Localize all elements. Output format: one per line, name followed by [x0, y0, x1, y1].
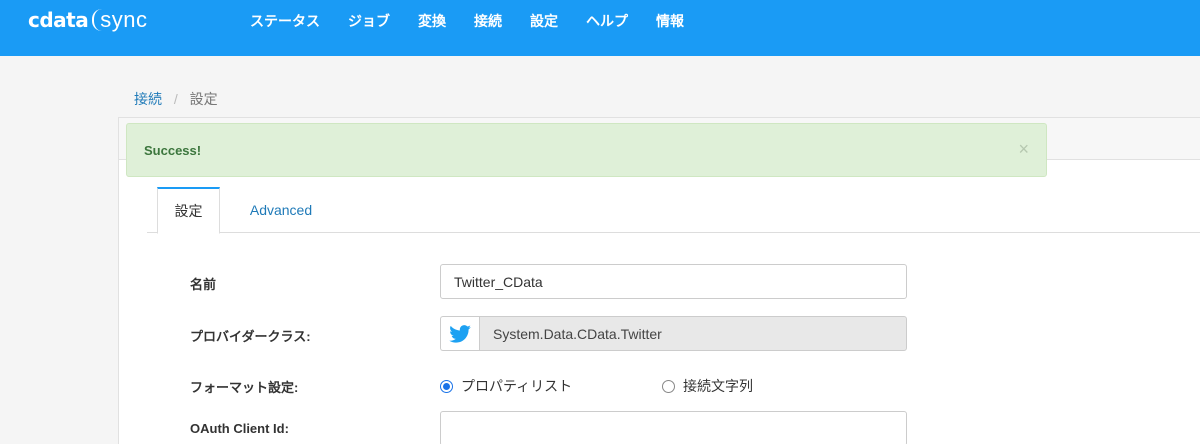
cdata-sync-logo[interactable]: cdata sync — [28, 6, 147, 34]
success-alert: Success! × — [126, 123, 1047, 177]
top-navbar: cdata sync ステータス ジョブ 変換 接続 設定 ヘルプ 情報 — [0, 0, 1200, 56]
nav-item-help[interactable]: ヘルプ — [572, 8, 642, 34]
radio-checked-icon[interactable] — [440, 379, 453, 393]
nav-item-transformations[interactable]: 変換 — [404, 8, 460, 34]
provider-class-field: System.Data.CData.Twitter — [440, 316, 907, 351]
name-input[interactable]: Twitter_CData — [440, 264, 907, 299]
alert-message: Success! — [144, 142, 202, 158]
breadcrumb-connections-link[interactable]: 接続 — [134, 91, 162, 107]
tab-settings[interactable]: 設定 — [157, 187, 220, 234]
nav-item-connections[interactable]: 接続 — [460, 8, 516, 34]
oauth-client-id-input[interactable] — [440, 411, 907, 444]
radio-connection-string[interactable]: 接続文字列 — [662, 376, 753, 396]
nav-item-about[interactable]: 情報 — [642, 8, 698, 34]
provider-class-value: System.Data.CData.Twitter — [479, 316, 907, 351]
format-label: フォーマット設定: — [190, 380, 299, 395]
oauth-client-id-label: OAuth Client Id: — [190, 421, 289, 436]
provider-icon-box[interactable] — [440, 316, 479, 351]
radio-property-list-label: プロパティリスト — [461, 378, 573, 394]
main-nav: ステータス ジョブ 変換 接続 設定 ヘルプ 情報 — [236, 8, 698, 34]
radio-connection-string-label: 接続文字列 — [683, 378, 753, 394]
provider-class-label: プロバイダークラス: — [190, 329, 311, 344]
logo-brand: cdata — [28, 8, 89, 32]
twitter-bird-icon — [449, 324, 471, 343]
breadcrumb-current: 設定 — [189, 91, 218, 107]
nav-item-settings[interactable]: 設定 — [516, 8, 572, 34]
logo-product: sync — [100, 7, 148, 32]
settings-tabs: 設定 Advanced — [147, 187, 1200, 234]
tab-advanced[interactable]: Advanced — [240, 187, 322, 233]
close-icon[interactable]: × — [1018, 140, 1029, 158]
breadcrumb-separator: / — [173, 91, 178, 107]
nav-item-jobs[interactable]: ジョブ — [334, 8, 404, 34]
nav-item-status[interactable]: ステータス — [236, 8, 334, 34]
breadcrumb: 接続 / 設定 — [134, 89, 218, 109]
name-label: 名前 — [190, 277, 217, 292]
radio-property-list[interactable]: プロパティリスト — [440, 376, 572, 396]
radio-unchecked-icon[interactable] — [662, 379, 675, 393]
